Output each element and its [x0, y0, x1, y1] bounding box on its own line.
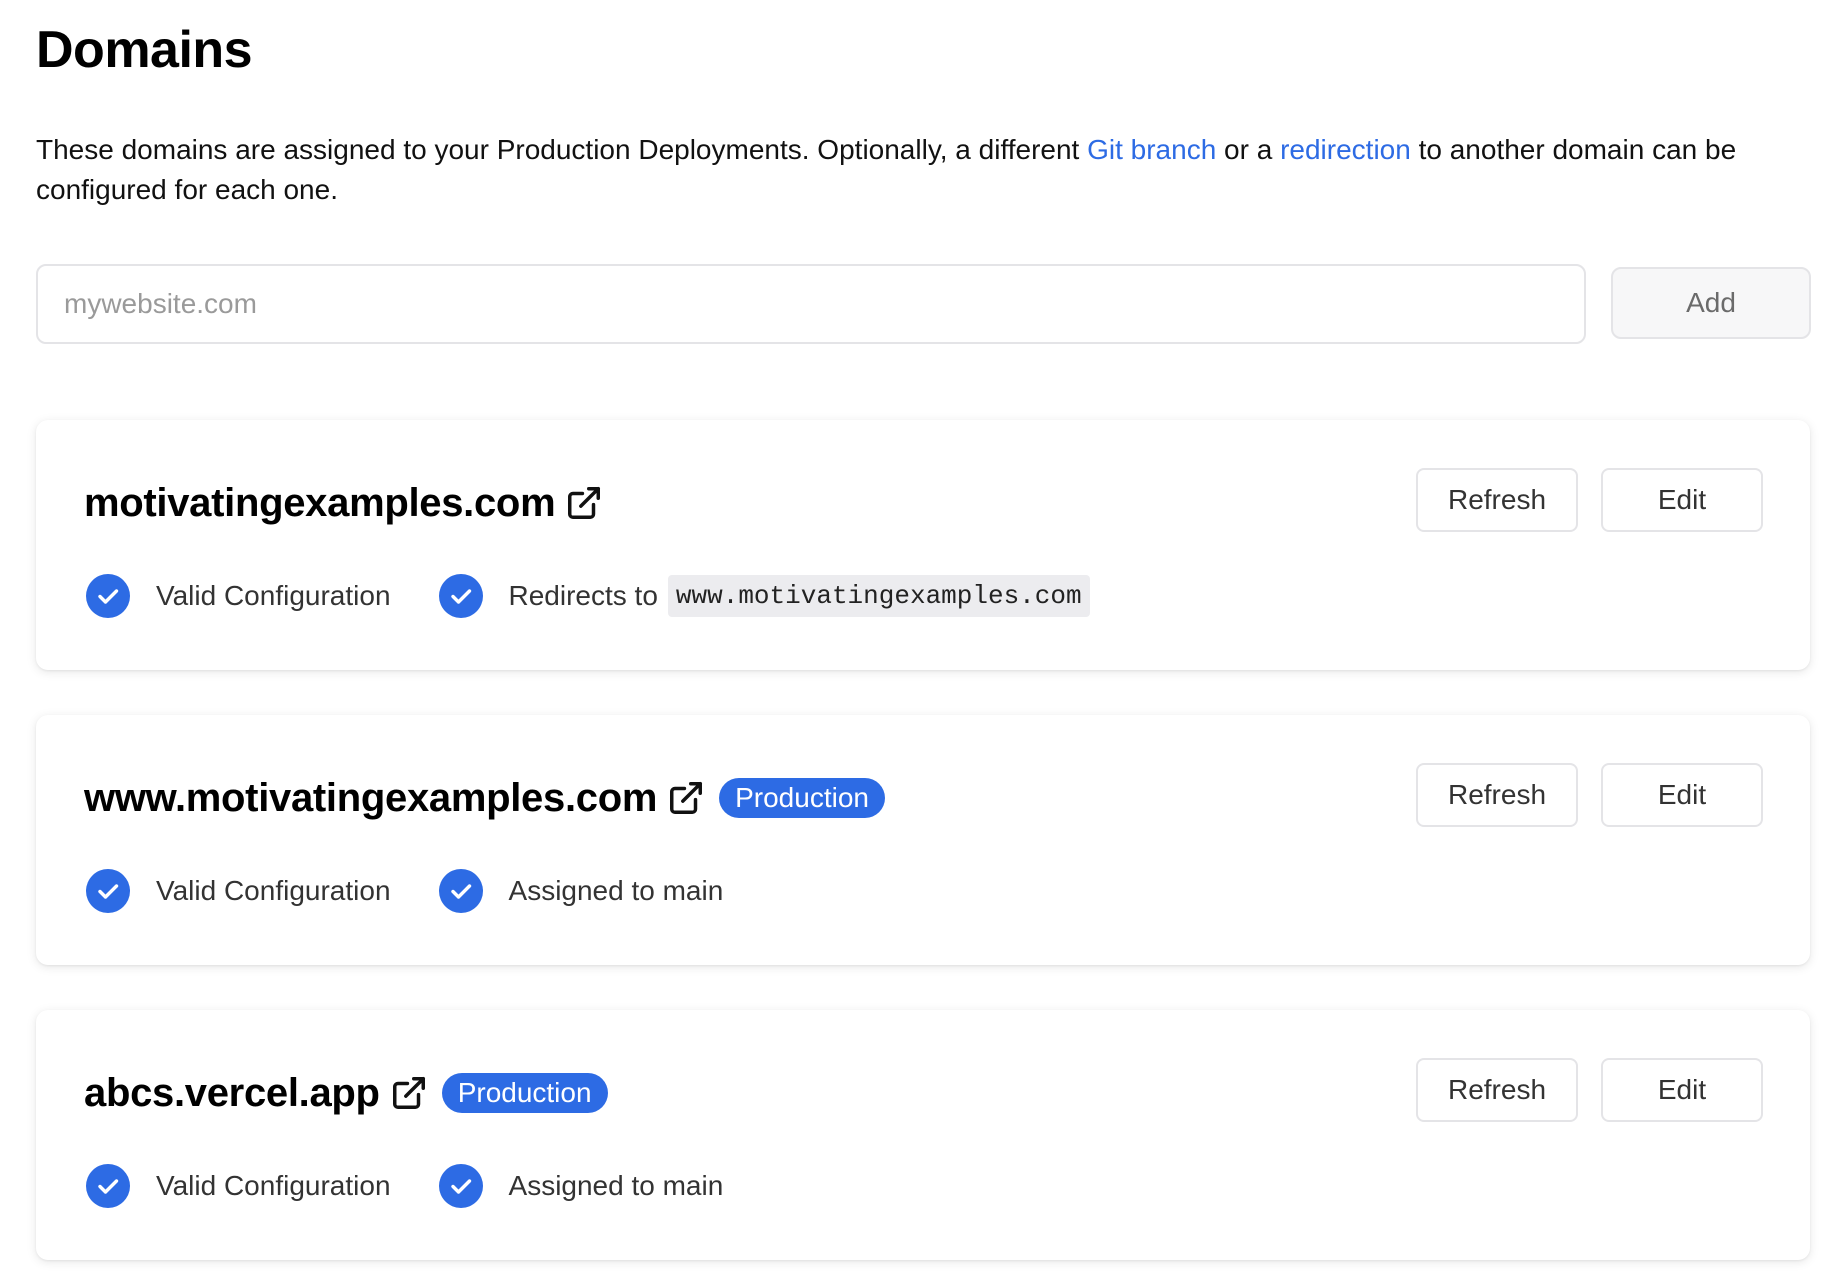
external-link-icon[interactable]	[390, 1074, 428, 1112]
status-row: Valid Configuration Assigned to main	[86, 1162, 771, 1210]
check-circle-icon	[438, 869, 483, 913]
domain-header: abcs.vercel.app Production	[84, 1068, 608, 1118]
status-redirect: Redirects to www.motivatingexamples.com	[438, 574, 1090, 618]
status-label: Redirects to	[508, 580, 658, 611]
status-label: Valid Configuration	[156, 580, 391, 611]
edit-button[interactable]: Edit	[1601, 468, 1763, 532]
add-domain-form: Add	[36, 262, 1811, 344]
domain-card: motivatingexamples.com Refresh Edit Vali…	[36, 420, 1810, 670]
status-assigned: Assigned to main	[438, 869, 724, 913]
domains-page: Domains These domains are assigned to yo…	[0, 0, 1834, 1284]
external-link-icon[interactable]	[667, 779, 705, 817]
intro-text-start: These domains are assigned to your Produ…	[36, 134, 1088, 165]
external-link-icon[interactable]	[565, 484, 603, 522]
status-valid-configuration: Valid Configuration	[86, 574, 391, 618]
status-label: Valid Configuration	[156, 875, 391, 906]
check-circle-icon	[86, 869, 130, 913]
domain-name: abcs.vercel.app	[84, 1070, 380, 1115]
status-row: Valid Configuration Assigned to main	[86, 867, 771, 915]
status-label: Assigned to main	[508, 1170, 724, 1201]
refresh-button[interactable]: Refresh	[1416, 763, 1578, 827]
status-valid-configuration: Valid Configuration	[86, 1164, 391, 1208]
status-label: Assigned to main	[508, 875, 724, 906]
domain-name: motivatingexamples.com	[84, 480, 556, 525]
intro-text-middle: or a	[1216, 134, 1281, 165]
check-circle-icon	[438, 1164, 483, 1208]
page-title: Domains	[36, 21, 253, 79]
edit-button[interactable]: Edit	[1601, 1058, 1763, 1122]
domain-header: motivatingexamples.com	[84, 478, 603, 528]
domain-header: www.motivatingexamples.com Production	[84, 773, 885, 823]
status-row: Valid Configuration Redirects to www.mot…	[86, 572, 1138, 620]
edit-button[interactable]: Edit	[1601, 763, 1763, 827]
check-circle-icon	[86, 1164, 130, 1208]
check-circle-icon	[438, 574, 483, 618]
domain-card: abcs.vercel.app Production Refresh Edit …	[36, 1010, 1810, 1260]
status-label: Valid Configuration	[156, 1170, 391, 1201]
check-circle-icon	[86, 574, 130, 618]
domain-name: www.motivatingexamples.com	[84, 775, 658, 820]
production-badge: Production	[719, 778, 885, 818]
add-button[interactable]: Add	[1611, 267, 1811, 339]
git-branch-link[interactable]: Git branch	[1087, 134, 1216, 165]
domain-input[interactable]	[36, 264, 1586, 344]
status-valid-configuration: Valid Configuration	[86, 869, 391, 913]
domain-card: www.motivatingexamples.com Production Re…	[36, 715, 1810, 965]
redirection-link[interactable]: redirection	[1280, 134, 1411, 165]
redirect-target: www.motivatingexamples.com	[667, 575, 1090, 617]
page-description: These domains are assigned to your Produ…	[36, 130, 1776, 210]
status-assigned: Assigned to main	[438, 1164, 724, 1208]
refresh-button[interactable]: Refresh	[1416, 1058, 1578, 1122]
production-badge: Production	[441, 1073, 608, 1113]
refresh-button[interactable]: Refresh	[1416, 468, 1578, 532]
